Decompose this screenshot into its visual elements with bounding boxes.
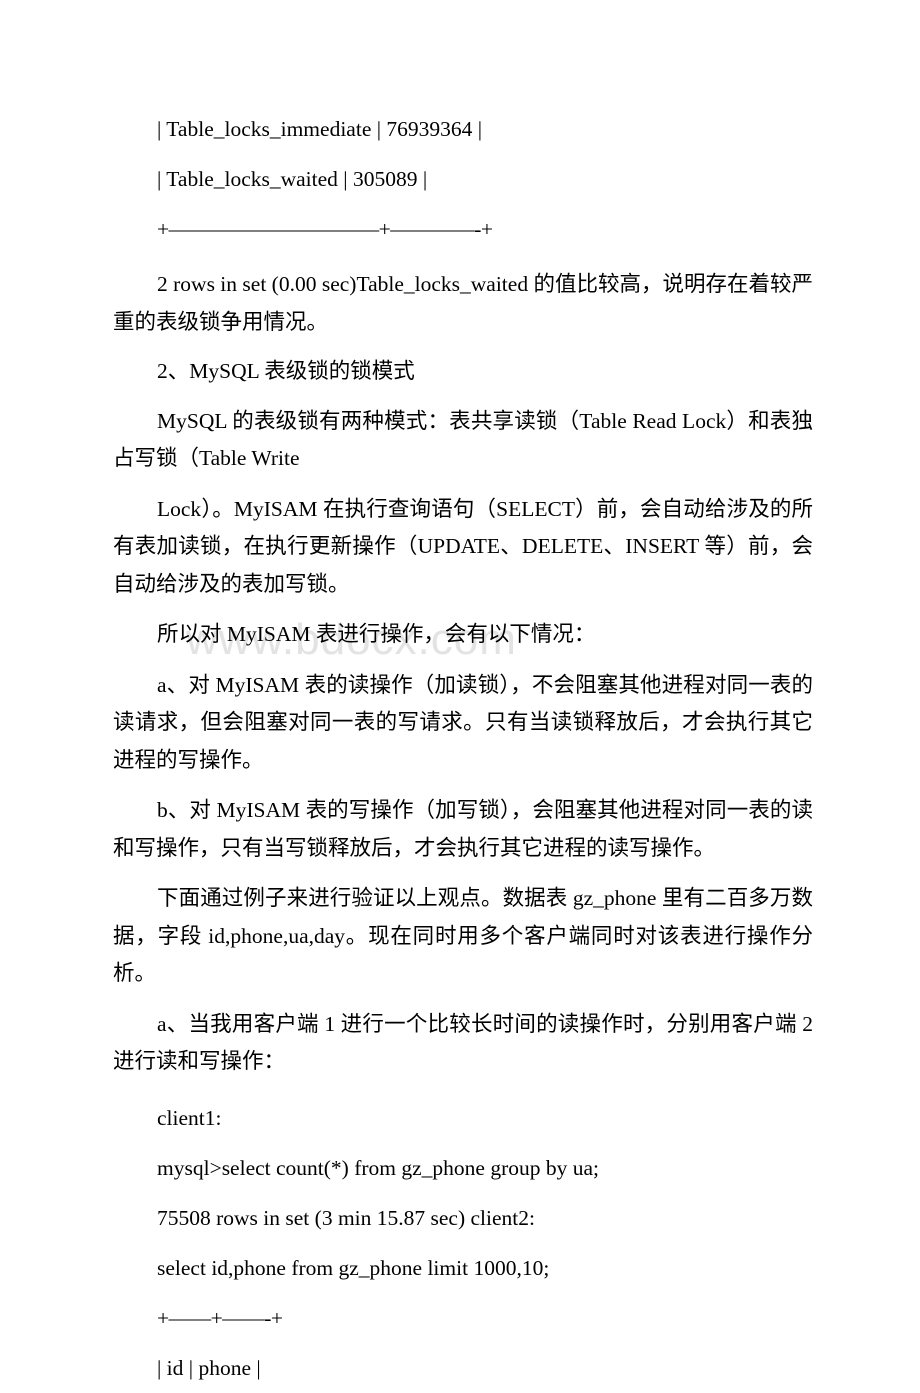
paragraph-rows-in-set: 2 rows in set (0.00 sec)Table_locks_wait… — [113, 272, 813, 334]
line-client1-label: client1: — [157, 1105, 222, 1130]
paragraph-case-b-write-lock: b、对 MyISAM 表的写操作（加写锁），会阻塞其他进程对同一表的读和写操作，… — [113, 798, 813, 860]
paragraph-scenario-a: a、当我用客户端 1 进行一个比较长时间的读操作时，分别用客户端 2 进行读和写… — [113, 1011, 813, 1074]
document-page: www.bdocx.com | Table_locks_immediate | … — [0, 0, 920, 1380]
heading-table-lock-modes: 2、MySQL 表级锁的锁模式 — [157, 359, 415, 383]
paragraph-myisam-cases: 所以对 MyISAM 表进行操作，会有以下情况： — [157, 622, 596, 646]
line-sql-select-id-phone: select id,phone from gz_phone limit 1000… — [157, 1255, 550, 1280]
paragraph-case-a-read-lock: a、对 MyISAM 表的读操作（加读锁），不会阻塞其他进程对同一表的读请求，但… — [113, 672, 813, 772]
table-separator-bottom: +——+——-+ — [157, 1305, 283, 1330]
table-row-id-phone-header: | id | phone | — [157, 1355, 261, 1380]
table-separator-top: +——————————+————-+ — [157, 217, 493, 241]
paragraph-lock-modes: MySQL 的表级锁有两种模式：表共享读锁（Table Read Lock）和表… — [113, 408, 813, 471]
line-rows-in-set-client2: 75508 rows in set (3 min 15.87 sec) clie… — [157, 1205, 535, 1230]
table-row-locks-immediate: | Table_locks_immediate | 76939364 | — [157, 117, 483, 141]
table-row-locks-waited: | Table_locks_waited | 305089 | — [157, 167, 428, 191]
line-sql-select-count: mysql>select count(*) from gz_phone grou… — [157, 1155, 600, 1180]
paragraph-example-intro: 下面通过例子来进行验证以上观点。数据表 gz_phone 里有二百多万数据，字段… — [113, 886, 813, 985]
paragraph-myisam-auto-lock: Lock）。MyISAM 在执行查询语句（SELECT）前，会自动给涉及的所有表… — [113, 496, 813, 596]
document-body: | Table_locks_immediate | 76939364 | | T… — [113, 104, 813, 1393]
